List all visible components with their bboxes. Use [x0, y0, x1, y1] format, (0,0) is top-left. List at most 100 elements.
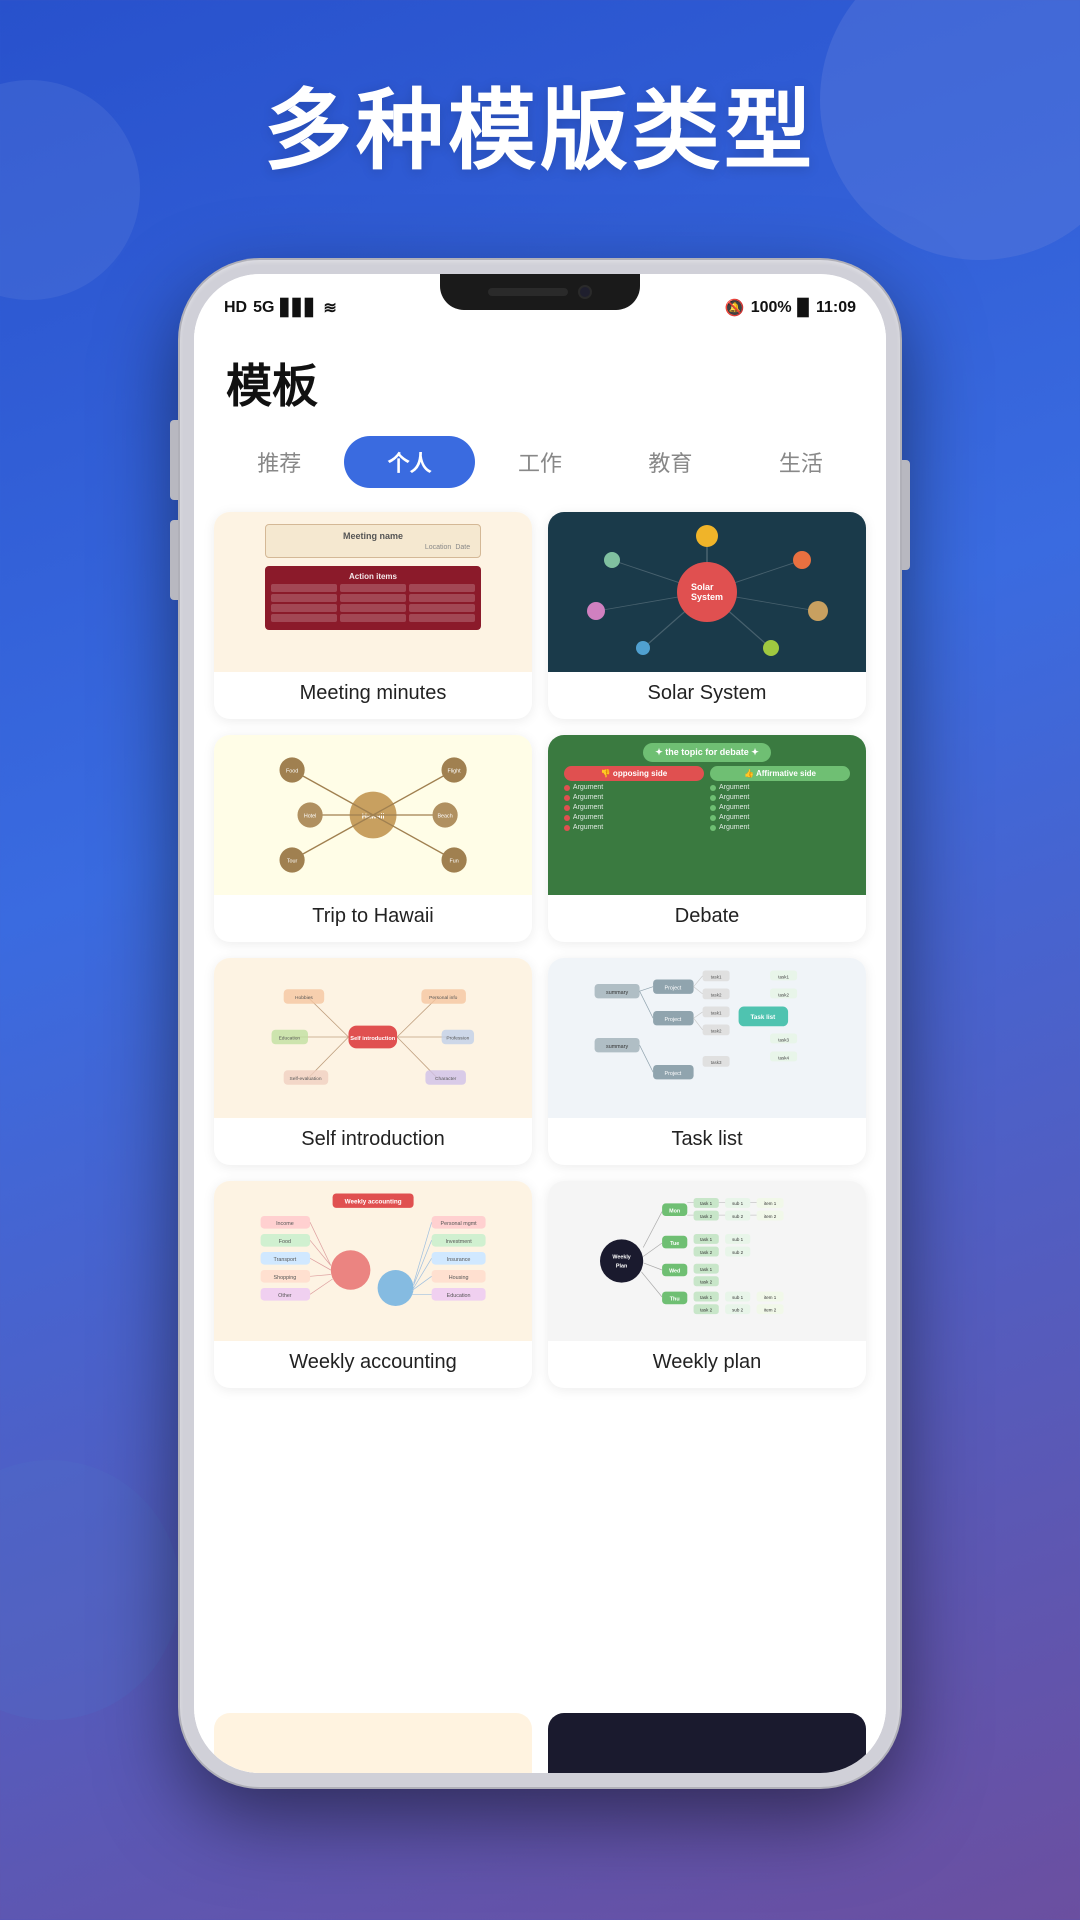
- thumbnail-self-introduction: Self introduction: [214, 958, 532, 1118]
- svg-text:sub 1: sub 1: [732, 1295, 744, 1300]
- phone-mockup: HD 5G ▋▋▋ ≋ 🔕 100% ▉ 11:09 模板: [180, 260, 900, 1787]
- label-debate: Debate: [548, 895, 866, 942]
- template-card-task-list[interactable]: summary summary Project Project Project: [548, 958, 866, 1165]
- app-title: 模板: [226, 350, 854, 416]
- svg-text:Mon: Mon: [669, 1208, 680, 1214]
- svg-text:Education: Education: [279, 1036, 301, 1042]
- svg-text:Weekly: Weekly: [612, 1254, 630, 1260]
- planet-4: [763, 640, 779, 656]
- svg-text:Wed: Wed: [669, 1269, 680, 1275]
- signal-5g: 5G: [253, 299, 274, 317]
- svg-text:Investment: Investment: [445, 1239, 472, 1245]
- speaker-grille: [488, 288, 568, 296]
- svg-text:Weekly accounting: Weekly accounting: [345, 1198, 402, 1205]
- svg-text:item 1: item 1: [764, 1295, 777, 1300]
- hd-badge: HD: [224, 299, 247, 317]
- planet-1: [696, 525, 718, 547]
- svg-text:task 1: task 1: [700, 1237, 713, 1242]
- label-weekly-accounting: Weekly accounting: [214, 1341, 532, 1388]
- svg-text:item 1: item 1: [764, 1201, 777, 1206]
- wifi-icon: ≋: [323, 298, 336, 318]
- svg-text:Project: Project: [664, 1071, 681, 1077]
- svg-text:Income: Income: [276, 1221, 294, 1227]
- tab-education[interactable]: 教育: [605, 436, 735, 488]
- template-card-weekly-plan[interactable]: Weekly Plan Mon task 1 task 2: [548, 1181, 866, 1388]
- svg-text:Tue: Tue: [670, 1241, 679, 1247]
- battery-percent: 100%: [751, 299, 792, 317]
- svg-text:sub 2: sub 2: [732, 1250, 744, 1255]
- thumbnail-weekly-accounting: Weekly accounting Income Food Tra: [214, 1181, 532, 1341]
- template-card-solar-system[interactable]: SolarSystem Solar System: [548, 512, 866, 719]
- svg-text:sub 2: sub 2: [732, 1307, 744, 1312]
- tab-life[interactable]: 生活: [736, 436, 866, 488]
- svg-text:Thu: Thu: [670, 1297, 680, 1303]
- svg-text:Transport: Transport: [273, 1257, 296, 1263]
- svg-text:task2: task2: [711, 993, 722, 998]
- svg-text:task 2: task 2: [700, 1307, 713, 1312]
- svg-text:Self-evaluation: Self-evaluation: [290, 1076, 322, 1082]
- template-card-weekly-accounting[interactable]: Weekly accounting Income Food Tra: [214, 1181, 532, 1388]
- svg-text:task 2: task 2: [700, 1250, 713, 1255]
- template-card-debate[interactable]: ✦ the topic for debate ✦ 👎 opposing side…: [548, 735, 866, 942]
- app-header: 模板: [194, 326, 886, 428]
- solar-center-node: SolarSystem: [677, 562, 737, 622]
- svg-text:item 2: item 2: [764, 1214, 777, 1219]
- label-task-list: Task list: [548, 1118, 866, 1165]
- svg-text:task2: task2: [778, 993, 789, 998]
- svg-text:Fun: Fun: [449, 859, 458, 865]
- debate-topic-label: ✦ the topic for debate ✦: [643, 743, 771, 762]
- planet-5: [636, 641, 650, 655]
- svg-text:task 1: task 1: [700, 1295, 713, 1300]
- battery-icon: ▉: [798, 298, 810, 318]
- svg-text:task3: task3: [778, 1038, 789, 1043]
- label-self-introduction: Self introduction: [214, 1118, 532, 1165]
- svg-text:task1: task1: [711, 975, 722, 980]
- template-card-trip-hawaii[interactable]: Hawaii Food: [214, 735, 532, 942]
- bottom-partial-row: [194, 1713, 886, 1773]
- bg-decoration-3: [0, 1460, 180, 1720]
- mute-icon: 🔕: [725, 298, 745, 318]
- tab-work[interactable]: 工作: [475, 436, 605, 488]
- svg-text:Housing: Housing: [449, 1275, 469, 1281]
- svg-text:Character: Character: [435, 1076, 457, 1082]
- phone-screen: HD 5G ▋▋▋ ≋ 🔕 100% ▉ 11:09 模板: [194, 274, 886, 1773]
- planet-6: [587, 602, 605, 620]
- planet-3: [808, 601, 828, 621]
- svg-text:task 2: task 2: [700, 1280, 713, 1285]
- svg-text:Food: Food: [279, 1239, 291, 1245]
- thumbnail-debate: ✦ the topic for debate ✦ 👎 opposing side…: [548, 735, 866, 895]
- svg-text:Insurance: Insurance: [447, 1257, 471, 1263]
- svg-text:task4: task4: [778, 1056, 789, 1061]
- tab-recommended[interactable]: 推荐: [214, 436, 344, 488]
- phone-notch: [440, 274, 640, 310]
- label-trip-hawaii: Trip to Hawaii: [214, 895, 532, 942]
- clock: 11:09: [816, 299, 856, 317]
- phone-frame: HD 5G ▋▋▋ ≋ 🔕 100% ▉ 11:09 模板: [180, 260, 900, 1787]
- svg-text:task2: task2: [711, 1029, 722, 1034]
- thumbnail-weekly-plan: Weekly Plan Mon task 1 task 2: [548, 1181, 866, 1341]
- status-left: HD 5G ▋▋▋ ≋: [224, 298, 337, 318]
- template-card-self-introduction[interactable]: Self introduction: [214, 958, 532, 1165]
- svg-text:summary: summary: [606, 1044, 628, 1050]
- label-solar-system: Solar System: [548, 672, 866, 719]
- svg-text:Project: Project: [664, 1017, 681, 1023]
- front-camera: [578, 285, 592, 299]
- svg-text:task3: task3: [711, 1060, 722, 1065]
- svg-text:Project: Project: [664, 985, 681, 991]
- svg-text:Profession: Profession: [447, 1036, 470, 1042]
- category-tabs: 推荐 个人 工作 教育 生活: [194, 428, 886, 504]
- debate-affirmative-side: 👍 Affirmative side Argument Argument Arg…: [710, 766, 850, 887]
- label-weekly-plan: Weekly plan: [548, 1341, 866, 1388]
- svg-text:task1: task1: [778, 975, 789, 980]
- svg-text:Education: Education: [447, 1293, 471, 1299]
- svg-text:Hotel: Hotel: [304, 814, 317, 820]
- planet-2: [793, 551, 811, 569]
- template-card-meeting-minutes[interactable]: Meeting name LocationDate Action items: [214, 512, 532, 719]
- svg-text:Self introduction: Self introduction: [351, 1036, 396, 1042]
- partial-card-left[interactable]: [214, 1713, 532, 1773]
- tab-personal[interactable]: 个人: [344, 436, 474, 488]
- svg-text:sub 2: sub 2: [732, 1214, 744, 1219]
- svg-text:Beach: Beach: [437, 814, 452, 820]
- svg-text:task1: task1: [711, 1011, 722, 1016]
- partial-card-right[interactable]: [548, 1713, 866, 1773]
